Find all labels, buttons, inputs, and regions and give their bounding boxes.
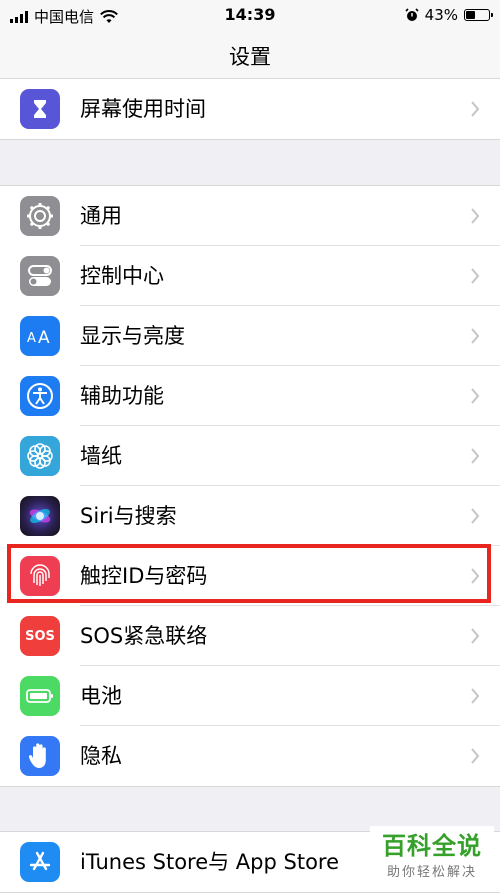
settings-group-main: 通用 控制中心 A A 显示与亮度 辅助功能 墙纸 Siri与搜索 触控ID与密… — [0, 185, 500, 787]
watermark-title: 百科全说 — [382, 832, 482, 860]
row-general[interactable]: 通用 — [0, 186, 500, 246]
app-store-icon — [20, 842, 60, 882]
watermark: 百科全说 助你轻松解决 — [370, 826, 494, 880]
row-control-center[interactable]: 控制中心 — [0, 246, 500, 306]
battery-icon — [20, 676, 60, 716]
row-label: 电池 — [80, 684, 122, 708]
row-accessibility[interactable]: 辅助功能 — [0, 366, 500, 426]
text-size-icon: A A — [20, 316, 60, 356]
chevron-right-icon — [471, 628, 480, 644]
row-wallpaper[interactable]: 墙纸 — [0, 426, 500, 486]
row-label: 隐私 — [80, 744, 122, 768]
row-touch-id-passcode[interactable]: 触控ID与密码 — [0, 546, 500, 606]
row-label: 显示与亮度 — [80, 324, 185, 348]
watermark-subtitle: 助你轻松解决 — [386, 865, 477, 880]
battery-percent: 43% — [424, 6, 458, 24]
svg-text:A: A — [38, 328, 50, 347]
row-privacy[interactable]: 隐私 — [0, 726, 500, 786]
chevron-right-icon — [471, 101, 480, 117]
status-right: 43% — [405, 6, 493, 24]
svg-text:A: A — [27, 331, 36, 346]
chevron-right-icon — [471, 688, 480, 704]
row-emergency-sos[interactable]: SOS SOS紧急联络 — [0, 606, 500, 666]
hand-icon — [20, 736, 60, 776]
siri-icon — [20, 496, 60, 536]
sos-icon-text: SOS — [25, 628, 55, 644]
row-label: 控制中心 — [80, 264, 164, 288]
row-label: 辅助功能 — [80, 384, 164, 408]
row-label: 屏幕使用时间 — [80, 97, 206, 121]
nav-bar: 设置 — [0, 30, 500, 85]
row-battery[interactable]: 电池 — [0, 666, 500, 726]
chevron-right-icon — [471, 268, 480, 284]
alarm-clock-icon — [405, 8, 419, 21]
accessibility-icon — [20, 376, 60, 416]
row-label: iTunes Store与 App Store — [80, 850, 340, 874]
row-label: 通用 — [80, 204, 122, 228]
row-label: 触控ID与密码 — [80, 564, 208, 588]
row-display-brightness[interactable]: A A 显示与亮度 — [0, 306, 500, 366]
row-screen-time[interactable]: 屏幕使用时间 — [0, 79, 500, 139]
chevron-right-icon — [471, 448, 480, 464]
chevron-right-icon — [471, 568, 480, 584]
page-title: 设置 — [229, 45, 271, 69]
hourglass-icon — [20, 89, 60, 129]
chevron-right-icon — [471, 508, 480, 524]
gear-icon — [20, 196, 60, 236]
status-bar: 中国电信 14:39 43% — [0, 0, 500, 30]
row-label: Siri与搜索 — [80, 504, 177, 528]
fingerprint-icon — [20, 556, 60, 596]
chevron-right-icon — [471, 328, 480, 344]
sos-icon: SOS — [20, 616, 60, 656]
row-siri-search[interactable]: Siri与搜索 — [0, 486, 500, 546]
row-label: 墙纸 — [80, 444, 122, 468]
settings-group-top: 屏幕使用时间 — [0, 78, 500, 140]
battery-status-icon — [464, 9, 493, 21]
toggle-switches-icon — [20, 256, 60, 296]
row-label: SOS紧急联络 — [80, 624, 208, 648]
chevron-right-icon — [471, 208, 480, 224]
chevron-right-icon — [471, 388, 480, 404]
flower-icon — [20, 436, 60, 476]
chevron-right-icon — [471, 748, 480, 764]
